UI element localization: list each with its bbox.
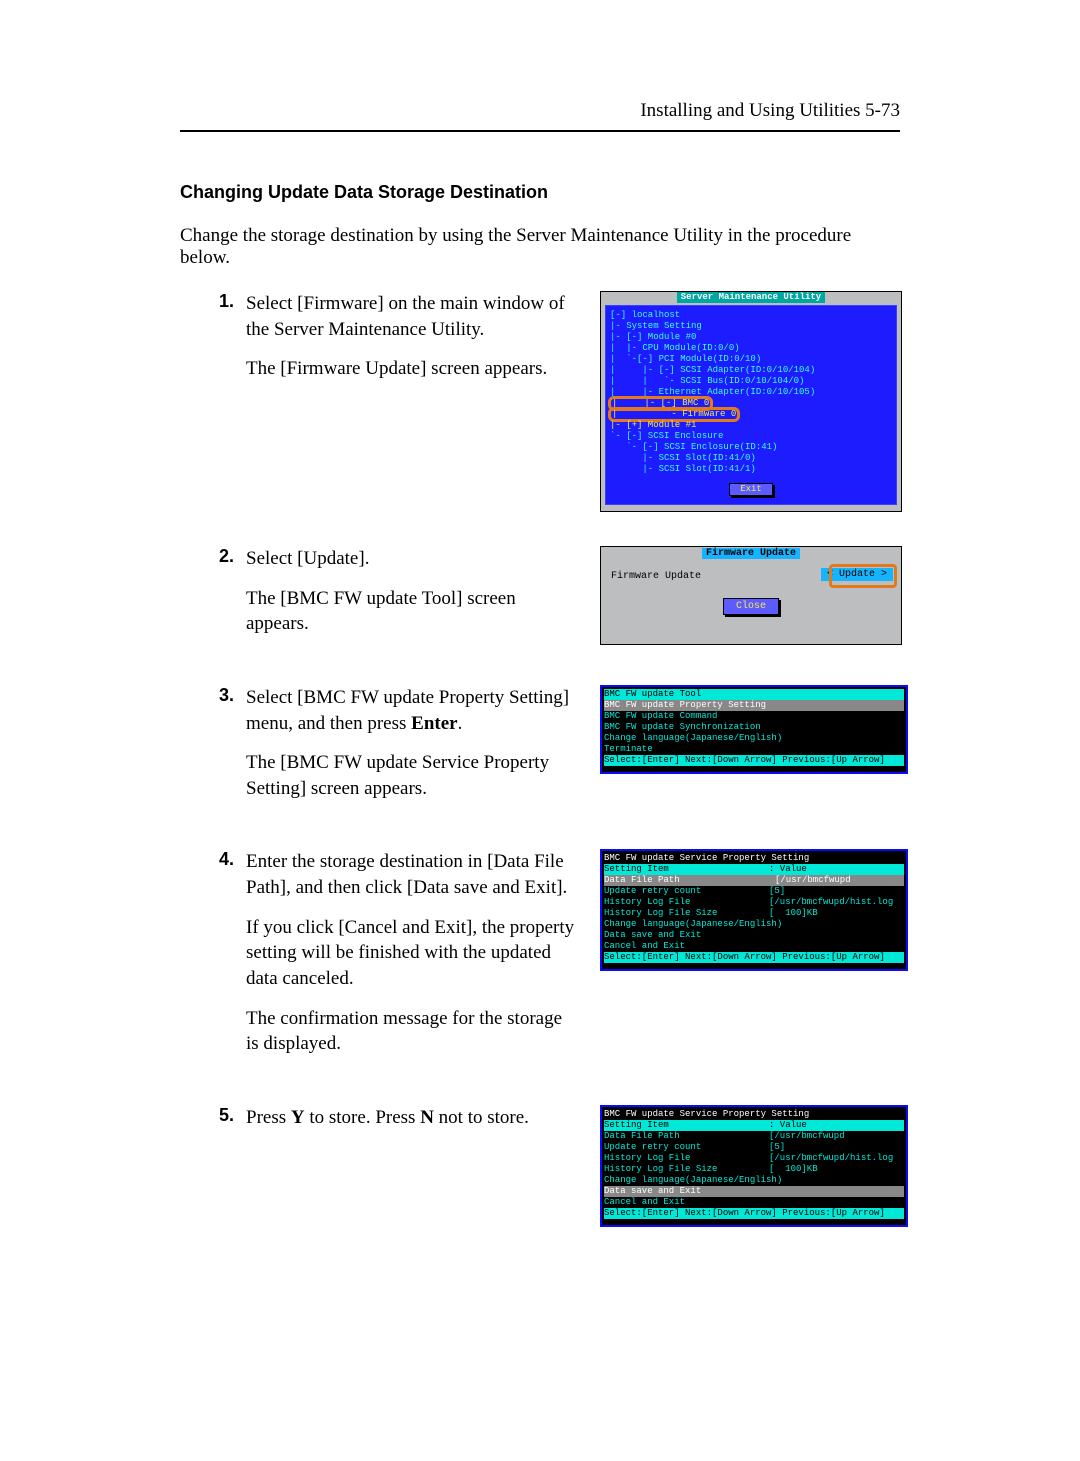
tree-row[interactable]: | |- [-] SCSI Adapter(ID:0/10/104)	[610, 365, 892, 376]
fig5-col2: : Value	[769, 1120, 904, 1131]
menu-item[interactable]: BMC FW update Synchronization	[604, 722, 904, 733]
step-1-p2: The [Firmware Update] screen appears.	[246, 356, 578, 382]
fig5-footer: Select:[Enter] Next:[Down Arrow] Previou…	[604, 1208, 904, 1219]
intro-text: Change the storage destination by using …	[180, 225, 900, 269]
fig-property-setting-save: BMC FW update Service Property Setting S…	[600, 1105, 908, 1227]
bmc-node[interactable]: | |- [-] BMC 0	[610, 398, 711, 409]
setting-row[interactable]: Data save and Exit	[604, 1186, 904, 1197]
running-header: Installing and Using Utilities 5-73	[180, 100, 900, 122]
tree-row[interactable]: |- System Setting	[610, 321, 892, 332]
tree-row[interactable]: | | `- SCSI Bus(ID:0/10/104/0)	[610, 376, 892, 387]
step-2-body: Select [Update]. The [BMC FW update Tool…	[246, 546, 588, 651]
fig3-footer: Select:[Enter] Next:[Down Arrow] Previou…	[604, 755, 904, 766]
fig5-col1: Setting Item	[604, 1120, 769, 1131]
setting-row[interactable]: Cancel and Exit	[604, 1197, 904, 1208]
step-3-p2: The [BMC FW update Service Property Sett…	[246, 750, 578, 801]
setting-row[interactable]: Data File Path[/usr/bmcfwupd	[604, 1131, 904, 1142]
fig1-title: Server Maintenance Utility	[677, 292, 825, 303]
close-button[interactable]: Close	[723, 598, 779, 615]
setting-row[interactable]: Update retry count[5]	[604, 886, 904, 897]
step-number: 5.	[180, 1105, 234, 1126]
step-5-p1: Press Y to store. Press N not to store.	[246, 1105, 578, 1131]
firmware-node[interactable]: | `- Firmware 0	[610, 409, 738, 420]
setting-row[interactable]: History Log File[/usr/bmcfwupd/hist.log	[604, 1153, 904, 1164]
fig2-label: Firmware Update	[611, 570, 701, 583]
section-title: Changing Update Data Storage Destination	[180, 182, 900, 203]
fig5-title: BMC FW update Service Property Setting	[604, 1109, 904, 1120]
setting-row[interactable]: Update retry count[5]	[604, 1142, 904, 1153]
step-3-p1: Select [BMC FW update Property Setting] …	[246, 685, 578, 736]
fig4-col2: : Value	[769, 864, 904, 875]
tree-row[interactable]: |- SCSI Slot(ID:41/1)	[610, 464, 892, 475]
step-3: 3. Select [BMC FW update Property Settin…	[180, 685, 900, 816]
tree-row[interactable]: | |- Ethernet Adapter(ID:0/10/105)	[610, 387, 892, 398]
step-4-p2: If you click [Cancel and Exit], the prop…	[246, 915, 578, 992]
highlight-box-icon	[829, 564, 897, 588]
step-number: 3.	[180, 685, 234, 706]
tree-row[interactable]: | `-[-] PCI Module(ID:0/10)	[610, 354, 892, 365]
step-2: 2. Select [Update]. The [BMC FW update T…	[180, 546, 900, 651]
step-3-body: Select [BMC FW update Property Setting] …	[246, 685, 588, 816]
menu-item[interactable]: BMC FW update Command	[604, 711, 904, 722]
tree-row[interactable]: |- [-] Module #0	[610, 332, 892, 343]
fig4-title: BMC FW update Service Property Setting	[604, 853, 904, 864]
setting-row[interactable]: Change language(Japanese/English)	[604, 919, 904, 930]
tree-row[interactable]: `- [-] SCSI Enclosure	[610, 431, 892, 442]
step-2-p2: The [BMC FW update Tool] screen appears.	[246, 586, 578, 637]
step-1: 1. Select [Firmware] on the main window …	[180, 291, 900, 512]
fig-property-setting-edit: BMC FW update Service Property Setting S…	[600, 849, 908, 971]
tree-row[interactable]: | `- Firmware 0	[610, 409, 892, 420]
step-5: 5. Press Y to store. Press N not to stor…	[180, 1105, 900, 1227]
step-1-body: Select [Firmware] on the main window of …	[246, 291, 588, 396]
header-rule	[180, 130, 900, 132]
step-4-body: Enter the storage destination in [Data F…	[246, 849, 588, 1070]
setting-row[interactable]: Data save and Exit	[604, 930, 904, 941]
fig4-col1: Setting Item	[604, 864, 769, 875]
setting-row[interactable]: Change language(Japanese/English)	[604, 1175, 904, 1186]
tree-row[interactable]: | |- [-] BMC 0	[610, 398, 892, 409]
fig-firmware-update-dialog: Firmware Update Firmware Update < Update…	[600, 546, 902, 645]
tree-row[interactable]: |- [+] Module #1	[610, 420, 892, 431]
setting-row[interactable]: Data File Path[/usr/bmcfwupd	[604, 875, 904, 886]
fig3-title: BMC FW update Tool	[604, 689, 904, 700]
setting-row[interactable]: History Log File[/usr/bmcfwupd/hist.log	[604, 897, 904, 908]
tree-row[interactable]: `- [-] SCSI Enclosure(ID:41)	[610, 442, 892, 453]
step-number: 1.	[180, 291, 234, 312]
step-number: 4.	[180, 849, 234, 870]
setting-row[interactable]: History Log File Size[ 100]KB	[604, 908, 904, 919]
step-2-p1: Select [Update].	[246, 546, 578, 572]
fig2-title: Firmware Update	[702, 548, 800, 559]
step-4-p3: The confirmation message for the storage…	[246, 1006, 578, 1057]
step-5-body: Press Y to store. Press N not to store.	[246, 1105, 588, 1145]
step-number: 2.	[180, 546, 234, 567]
menu-item[interactable]: Terminate	[604, 744, 904, 755]
exit-button[interactable]: Exit	[729, 483, 773, 496]
step-4-p1: Enter the storage destination in [Data F…	[246, 849, 578, 900]
menu-item[interactable]: BMC FW update Property Setting	[604, 700, 904, 711]
tree-row[interactable]: |- SCSI Slot(ID:41/0)	[610, 453, 892, 464]
tree-row[interactable]: [-] localhost	[610, 310, 892, 321]
step-4: 4. Enter the storage destination in [Dat…	[180, 849, 900, 1070]
tree-row[interactable]: | |- CPU Module(ID:0/0)	[610, 343, 892, 354]
menu-item[interactable]: Change language(Japanese/English)	[604, 733, 904, 744]
fig-bmc-tool-menu: BMC FW update Tool BMC FW update Propert…	[600, 685, 908, 774]
setting-row[interactable]: History Log File Size[ 100]KB	[604, 1164, 904, 1175]
step-1-p1: Select [Firmware] on the main window of …	[246, 291, 578, 342]
setting-row[interactable]: Cancel and Exit	[604, 941, 904, 952]
fig-server-maintenance-utility: Server Maintenance Utility [-] localhost…	[600, 291, 902, 512]
fig4-footer: Select:[Enter] Next:[Down Arrow] Previou…	[604, 952, 904, 963]
